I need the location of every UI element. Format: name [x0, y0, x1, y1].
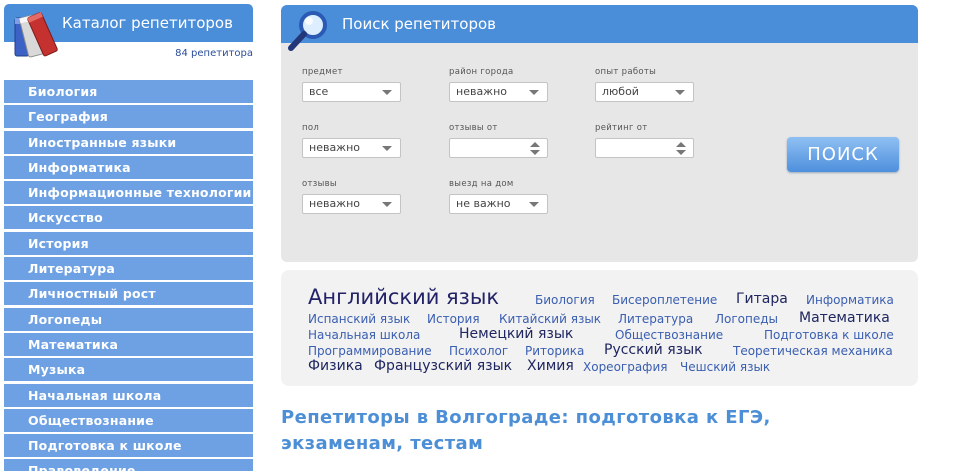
tag-rhetoric[interactable]: Риторика — [525, 345, 584, 357]
gender-value: неважно — [309, 141, 361, 154]
reviews-select[interactable]: неважно — [302, 194, 401, 214]
gender-select[interactable]: неважно — [302, 138, 401, 158]
reviews-label: отзывы — [302, 179, 337, 189]
tag-theoretical-mechanics[interactable]: Теоретическая механика — [733, 345, 893, 357]
tag-history[interactable]: История — [427, 313, 480, 325]
chevron-down-icon — [382, 202, 392, 207]
tag-english[interactable]: Английский язык — [308, 287, 499, 308]
sidebar-item-personal-growth[interactable]: Личностный рост — [4, 282, 253, 306]
search-panel: Поиск репетиторов предмет все район горо… — [281, 5, 918, 262]
rating-from-input[interactable] — [595, 138, 694, 158]
district-label: район города — [449, 67, 514, 77]
sidebar-item-biology[interactable]: Биология — [4, 80, 253, 103]
tag-czech[interactable]: Чешский язык — [680, 361, 770, 373]
sidebar-item-social-studies[interactable]: Обществознание — [4, 408, 253, 432]
tag-choreography[interactable]: Хореография — [583, 361, 667, 373]
tag-biology[interactable]: Биология — [535, 294, 595, 306]
sidebar-item-speech-therapists[interactable]: Логопеды — [4, 307, 253, 331]
catalog-title: Каталог репетиторов — [62, 14, 233, 32]
chevron-down-icon — [382, 90, 392, 95]
home-visit-label: выезд на дом — [449, 179, 514, 189]
chevron-down-icon — [675, 90, 685, 95]
tag-social-studies[interactable]: Обществознание — [615, 329, 723, 341]
reviews-field: отзывы неважно — [302, 179, 401, 214]
sidebar-item-foreign-languages[interactable]: Иностранные языки — [4, 130, 253, 154]
sidebar-item-informatics[interactable]: Информатика — [4, 155, 253, 179]
chevron-down-icon — [382, 146, 392, 151]
search-button[interactable]: ПОИСК — [787, 137, 899, 172]
magnifier-icon — [288, 11, 327, 51]
reviews-from-input[interactable] — [449, 138, 548, 158]
sidebar-item-it[interactable]: Информационные технологии — [4, 181, 253, 205]
sidebar-item-art[interactable]: Искусство — [4, 206, 253, 230]
home-visit-field: выезд на дом не важно — [449, 179, 548, 214]
catalog-sidebar: Каталог репетиторов 84 репетитора Биолог… — [4, 4, 253, 471]
experience-label: опыт работы — [595, 67, 657, 77]
spin-up-icon[interactable] — [676, 142, 686, 147]
gender-label: пол — [302, 123, 320, 133]
experience-select[interactable]: любой — [595, 82, 694, 102]
spin-up-icon[interactable] — [530, 142, 540, 147]
search-header: Поиск репетиторов — [281, 5, 918, 43]
sidebar-item-geography[interactable]: География — [4, 105, 253, 129]
tutor-count: 84 репетитора — [175, 48, 253, 59]
sidebar-item-school-prep[interactable]: Подготовка к школе — [4, 434, 253, 458]
rating-from-field: рейтинг от — [595, 123, 694, 158]
sidebar-item-primary-school[interactable]: Начальная школа — [4, 383, 253, 407]
experience-value: любой — [602, 85, 639, 98]
district-select[interactable]: неважно — [449, 82, 548, 102]
tag-chinese[interactable]: Китайский язык — [499, 313, 601, 325]
tag-primary-school[interactable]: Начальная школа — [308, 329, 420, 341]
tag-speech-therapists[interactable]: Логопеды — [715, 313, 778, 325]
tag-german[interactable]: Немецкий язык — [459, 327, 573, 341]
tag-psychologist[interactable]: Психолог — [449, 345, 508, 357]
rating-from-label: рейтинг от — [595, 123, 648, 133]
tag-programming[interactable]: Программирование — [308, 345, 432, 357]
tag-literature[interactable]: Литература — [618, 313, 693, 325]
spin-down-icon[interactable] — [530, 150, 540, 155]
subject-field: предмет все — [302, 67, 401, 102]
gender-field: пол неважно — [302, 123, 401, 158]
sidebar-item-math[interactable]: Математика — [4, 332, 253, 356]
sidebar-item-music[interactable]: Музыка — [4, 358, 253, 382]
home-visit-select[interactable]: не важно — [449, 194, 548, 214]
district-field: район города неважно — [449, 67, 548, 102]
subject-list: Биология География Иностранные языки Инф… — [4, 80, 253, 471]
chevron-down-icon — [529, 90, 539, 95]
chevron-down-icon — [529, 202, 539, 207]
search-title: Поиск репетиторов — [342, 15, 497, 33]
sidebar-item-history[interactable]: История — [4, 231, 253, 255]
reviews-value: неважно — [309, 197, 361, 210]
tag-cloud: Английский язык Биология Бисероплетение … — [281, 270, 918, 386]
subject-select[interactable]: все — [302, 82, 401, 102]
reviews-from-field: отзывы от — [449, 123, 548, 158]
tag-russian[interactable]: Русский язык — [604, 343, 703, 357]
tag-informatics[interactable]: Информатика — [806, 294, 894, 306]
tag-french[interactable]: Французский язык — [374, 359, 512, 373]
subject-value: все — [309, 85, 329, 98]
home-visit-value: не важно — [456, 197, 511, 210]
books-icon — [14, 12, 58, 58]
spin-down-icon[interactable] — [676, 150, 686, 155]
sidebar-item-law[interactable]: Правоведение — [4, 459, 253, 471]
tag-chemistry[interactable]: Химия — [527, 359, 574, 373]
subject-label: предмет — [302, 67, 343, 77]
sidebar-item-literature[interactable]: Литература — [4, 257, 253, 281]
tag-guitar[interactable]: Гитара — [736, 292, 788, 306]
tag-math[interactable]: Математика — [799, 311, 890, 325]
district-value: неважно — [456, 85, 508, 98]
tag-school-prep[interactable]: Подготовка к школе — [764, 329, 894, 341]
tag-beadwork[interactable]: Бисероплетение — [612, 294, 717, 306]
experience-field: опыт работы любой — [595, 67, 694, 102]
tag-spanish[interactable]: Испанский язык — [308, 313, 410, 325]
reviews-from-label: отзывы от — [449, 123, 498, 133]
page-heading: Репетиторы в Волгограде: подготовка к ЕГ… — [281, 407, 771, 454]
tag-physics[interactable]: Физика — [308, 359, 363, 373]
